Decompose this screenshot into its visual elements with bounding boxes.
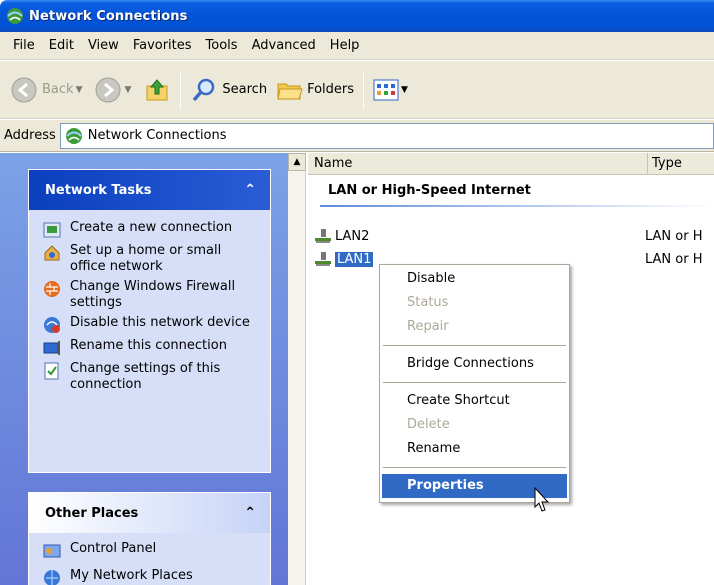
- search-icon: [193, 78, 215, 101]
- address-value: Network Connections: [87, 128, 227, 143]
- address-field[interactable]: Network Connections: [59, 122, 714, 149]
- task-label: Change Windows Firewall settings: [70, 279, 236, 310]
- group-header: LAN or High-Speed Internet: [328, 183, 531, 198]
- menu-view[interactable]: View: [81, 35, 126, 56]
- task-home-network[interactable]: Set up a home or small office network: [43, 243, 260, 275]
- menu-status: Status: [407, 295, 449, 310]
- place-label: Control Panel: [70, 541, 157, 556]
- title-bar[interactable]: Network Connections: [0, 0, 714, 32]
- menu-repair: Repair: [407, 319, 449, 334]
- home-network-icon: [44, 245, 60, 261]
- task-label: Rename this connection: [70, 338, 227, 353]
- collapse-chevron-icon[interactable]: ⌃: [244, 182, 256, 198]
- menu-advanced[interactable]: Advanced: [245, 35, 323, 56]
- network-connections-icon: [65, 127, 82, 144]
- menu-disable[interactable]: Disable: [382, 267, 567, 291]
- network-tasks-panel: Network Tasks ⌃ Create a new connection …: [28, 169, 271, 473]
- menu-tools[interactable]: Tools: [199, 35, 245, 56]
- menu-favorites[interactable]: Favorites: [126, 35, 199, 56]
- network-tasks-title: Network Tasks: [45, 182, 152, 198]
- column-name[interactable]: Name: [308, 153, 648, 174]
- task-firewall[interactable]: Change Windows Firewall settings: [43, 279, 260, 311]
- task-create-connection[interactable]: Create a new connection: [43, 220, 260, 239]
- disable-device-icon: [44, 317, 60, 333]
- search-label: Search: [222, 82, 268, 97]
- item-label: LAN2: [335, 228, 370, 244]
- menu-separator: [383, 467, 566, 468]
- item-type: LAN or H: [645, 252, 703, 267]
- forward-dropdown-icon[interactable]: ▼: [124, 85, 131, 95]
- menu-help[interactable]: Help: [323, 35, 367, 56]
- address-label: Address: [4, 128, 56, 143]
- control-panel-icon: [43, 544, 61, 558]
- folders-label: Folders: [307, 82, 355, 97]
- task-change-settings[interactable]: Change settings of this connection: [43, 361, 260, 393]
- other-places-header[interactable]: Other Places ⌃: [29, 493, 270, 533]
- task-label: Disable this network device: [70, 315, 250, 330]
- network-places-icon: [44, 570, 60, 585]
- task-label: Set up a home or small office network: [70, 243, 222, 274]
- column-type[interactable]: Type: [648, 156, 682, 171]
- task-disable-device[interactable]: Disable this network device: [43, 315, 260, 334]
- firewall-icon: [44, 281, 60, 297]
- forward-button[interactable]: ▼: [90, 69, 139, 111]
- task-label: Change settings of this connection: [70, 361, 221, 392]
- list-item-lan2[interactable]: LAN2: [314, 228, 369, 244]
- window-title: Network Connections: [29, 8, 188, 24]
- column-header: Name Type: [308, 153, 714, 175]
- vertical-scrollbar[interactable]: ▲: [288, 153, 306, 585]
- item-label: LAN1: [335, 251, 374, 267]
- list-item-lan1[interactable]: LAN1: [314, 251, 374, 267]
- group-divider: [320, 205, 714, 207]
- task-rename-connection[interactable]: Rename this connection: [43, 338, 260, 357]
- lan-connection-icon: [315, 229, 331, 243]
- mouse-cursor-icon: [534, 487, 550, 512]
- menu-separator: [383, 345, 566, 346]
- folders-button[interactable]: Folders: [271, 69, 358, 111]
- menu-file[interactable]: File: [6, 35, 42, 56]
- new-connection-icon: [43, 222, 61, 238]
- menu-edit[interactable]: Edit: [42, 35, 81, 56]
- menu-bridge-connections[interactable]: Bridge Connections: [382, 352, 567, 376]
- place-control-panel[interactable]: Control Panel: [43, 541, 260, 560]
- lan-connection-icon: [315, 252, 331, 266]
- rename-icon: [43, 341, 60, 355]
- views-button[interactable]: ▼: [369, 69, 416, 111]
- menu-create-shortcut[interactable]: Create Shortcut: [382, 389, 567, 413]
- settings-icon: [44, 362, 59, 380]
- up-folder-button[interactable]: [139, 69, 175, 111]
- toolbar-separator: [363, 70, 365, 109]
- views-icon: [373, 79, 399, 100]
- forward-arrow-icon: [95, 77, 121, 102]
- item-type: LAN or H: [645, 229, 703, 244]
- place-label: My Network Places: [70, 568, 193, 583]
- back-arrow-icon: [11, 77, 37, 102]
- other-places-title: Other Places: [45, 505, 139, 521]
- menu-rename[interactable]: Rename: [382, 437, 567, 461]
- toolbar-separator: [180, 70, 182, 109]
- menu-delete: Delete: [407, 417, 450, 432]
- network-tasks-header[interactable]: Network Tasks ⌃: [29, 170, 270, 210]
- search-button[interactable]: Search: [186, 69, 271, 111]
- toolbar: Back ▼ ▼ Search Folders ▼: [0, 61, 714, 119]
- folders-icon: [277, 83, 303, 99]
- back-dropdown-icon[interactable]: ▼: [76, 85, 83, 95]
- place-my-network-places[interactable]: My Network Places: [43, 568, 260, 585]
- up-folder-icon: [146, 78, 168, 100]
- other-places-panel: Other Places ⌃ Control Panel My Network …: [28, 492, 271, 585]
- back-label: Back: [42, 82, 74, 97]
- menu-separator: [383, 382, 566, 383]
- task-pane: Network Tasks ⌃ Create a new connection …: [0, 153, 288, 585]
- task-label: Create a new connection: [70, 220, 233, 235]
- collapse-chevron-icon[interactable]: ⌃: [244, 505, 256, 521]
- back-button[interactable]: Back ▼: [6, 69, 90, 111]
- scroll-up-icon[interactable]: ▲: [288, 153, 306, 171]
- network-connections-icon: [7, 8, 23, 24]
- context-menu: Disable Status Repair Bridge Connections…: [379, 264, 570, 503]
- address-bar: Address Network Connections: [0, 120, 714, 152]
- menu-bar: File Edit View Favorites Tools Advanced …: [0, 32, 714, 60]
- views-dropdown-icon[interactable]: ▼: [401, 85, 408, 95]
